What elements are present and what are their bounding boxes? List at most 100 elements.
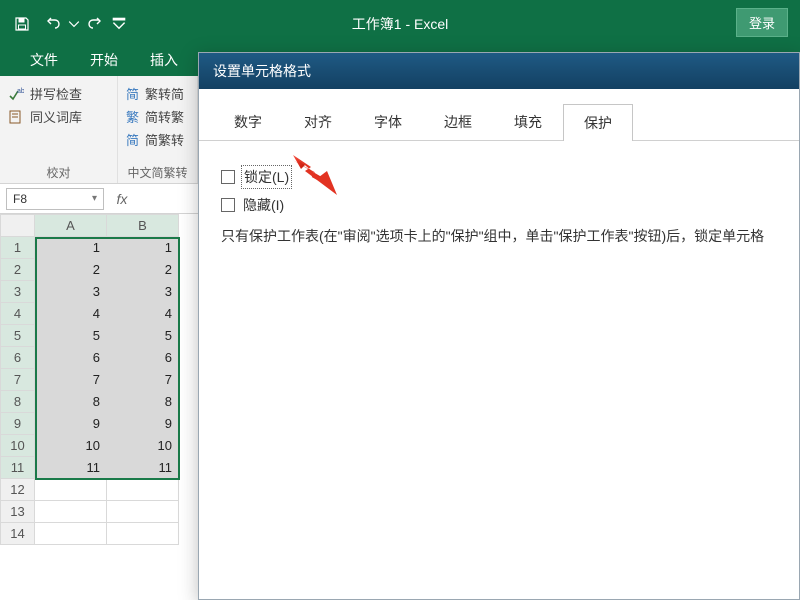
- cell[interactable]: [107, 501, 179, 523]
- tab-home[interactable]: 开始: [74, 44, 134, 76]
- cell[interactable]: 9: [35, 413, 107, 435]
- row-header[interactable]: 12: [1, 479, 35, 501]
- cell[interactable]: 1: [107, 237, 179, 259]
- cell[interactable]: 9: [107, 413, 179, 435]
- cell[interactable]: 1: [35, 237, 107, 259]
- cell[interactable]: 8: [107, 391, 179, 413]
- tab-file[interactable]: 文件: [14, 44, 74, 76]
- undo-button[interactable]: [38, 10, 66, 38]
- fx-button[interactable]: fx: [110, 191, 134, 207]
- hide-label: 隐藏(I): [243, 195, 284, 215]
- lock-checkbox[interactable]: [221, 170, 235, 184]
- spelling-label: 拼写检查: [30, 84, 82, 103]
- cell[interactable]: 11: [107, 457, 179, 479]
- table-row: 222: [1, 259, 179, 281]
- cell[interactable]: 5: [35, 325, 107, 347]
- lock-checkbox-row[interactable]: 锁定(L): [221, 167, 777, 187]
- chevron-down-icon[interactable]: ▾: [92, 193, 97, 204]
- cell[interactable]: 2: [35, 259, 107, 281]
- cell[interactable]: 3: [35, 281, 107, 303]
- row-header[interactable]: 4: [1, 303, 35, 325]
- table-row: 101010: [1, 435, 179, 457]
- cell[interactable]: 7: [107, 369, 179, 391]
- tab-fill[interactable]: 填充: [493, 103, 563, 140]
- t2s-label: 繁转简: [145, 84, 184, 103]
- cell[interactable]: [107, 523, 179, 545]
- name-box[interactable]: F8 ▾: [6, 188, 104, 210]
- tab-protect[interactable]: 保护: [563, 104, 633, 141]
- table-row: 333: [1, 281, 179, 303]
- col-header-b[interactable]: B: [107, 215, 179, 237]
- convert-label: 简繁转: [145, 130, 184, 149]
- save-button[interactable]: [8, 10, 36, 38]
- redo-button[interactable]: [82, 10, 110, 38]
- row-header[interactable]: 6: [1, 347, 35, 369]
- cell[interactable]: 4: [107, 303, 179, 325]
- lock-label: 锁定(L): [243, 167, 290, 187]
- table-row: 14: [1, 523, 179, 545]
- row-header[interactable]: 3: [1, 281, 35, 303]
- traditional-icon: 繁: [126, 107, 139, 126]
- dialog-title[interactable]: 设置单元格格式: [199, 53, 799, 89]
- row-header[interactable]: 1: [1, 237, 35, 259]
- svg-text:abc: abc: [17, 88, 24, 95]
- row-header[interactable]: 13: [1, 501, 35, 523]
- group-proofing-label: 校对: [8, 160, 109, 181]
- tab-font[interactable]: 字体: [353, 103, 423, 140]
- chevron-down-icon: [68, 16, 80, 32]
- row-header[interactable]: 7: [1, 369, 35, 391]
- row-header[interactable]: 8: [1, 391, 35, 413]
- col-header-a[interactable]: A: [35, 215, 107, 237]
- spelling-button[interactable]: abc 拼写检查: [8, 82, 109, 105]
- cell[interactable]: 6: [107, 347, 179, 369]
- cell[interactable]: 6: [35, 347, 107, 369]
- row-header[interactable]: 11: [1, 457, 35, 479]
- row-header[interactable]: 9: [1, 413, 35, 435]
- t2s-button[interactable]: 简 繁转简: [126, 82, 189, 105]
- protection-hint: 只有保护工作表(在"审阅"选项卡上的"保护"组中，单击"保护工作表"按钮)后，锁…: [221, 225, 777, 247]
- grid-table: A B 111222333444555666777888999101010111…: [0, 214, 179, 545]
- hide-checkbox-row[interactable]: 隐藏(I): [221, 195, 777, 215]
- simplified-icon: 简: [126, 84, 139, 103]
- save-icon: [14, 16, 30, 32]
- table-row: 555: [1, 325, 179, 347]
- spellcheck-icon: abc: [8, 86, 24, 102]
- row-header[interactable]: 10: [1, 435, 35, 457]
- cell[interactable]: [35, 479, 107, 501]
- table-row: 888: [1, 391, 179, 413]
- tab-border[interactable]: 边框: [423, 103, 493, 140]
- cell[interactable]: [107, 479, 179, 501]
- group-proofing: abc 拼写检查 同义词库 校对: [0, 76, 118, 183]
- cell[interactable]: 2: [107, 259, 179, 281]
- row-header[interactable]: 14: [1, 523, 35, 545]
- cell[interactable]: 10: [35, 435, 107, 457]
- cell[interactable]: [35, 523, 107, 545]
- login-button[interactable]: 登录: [736, 8, 788, 37]
- tab-insert[interactable]: 插入: [134, 44, 194, 76]
- dialog-tabs: 数字 对齐 字体 边框 填充 保护: [199, 89, 799, 141]
- table-row: 666: [1, 347, 179, 369]
- select-all-corner[interactable]: [1, 215, 35, 237]
- row-header[interactable]: 2: [1, 259, 35, 281]
- s2t-button[interactable]: 繁 简转繁: [126, 105, 189, 128]
- group-chinese-convert: 简 繁转简 繁 简转繁 简 简繁转 中文简繁转: [118, 76, 198, 183]
- tab-number[interactable]: 数字: [213, 103, 283, 140]
- thesaurus-button[interactable]: 同义词库: [8, 105, 109, 128]
- qat-customize[interactable]: [112, 10, 126, 38]
- cell[interactable]: 10: [107, 435, 179, 457]
- convert-button[interactable]: 简 简繁转: [126, 128, 189, 151]
- cell[interactable]: 4: [35, 303, 107, 325]
- thesaurus-icon: [8, 109, 24, 125]
- tab-align[interactable]: 对齐: [283, 103, 353, 140]
- cell[interactable]: 11: [35, 457, 107, 479]
- cell[interactable]: 7: [35, 369, 107, 391]
- cell[interactable]: 3: [107, 281, 179, 303]
- hide-checkbox[interactable]: [221, 198, 235, 212]
- undo-dropdown[interactable]: [68, 10, 80, 38]
- table-row: 13: [1, 501, 179, 523]
- cell[interactable]: [35, 501, 107, 523]
- name-box-value: F8: [13, 192, 27, 206]
- row-header[interactable]: 5: [1, 325, 35, 347]
- cell[interactable]: 5: [107, 325, 179, 347]
- cell[interactable]: 8: [35, 391, 107, 413]
